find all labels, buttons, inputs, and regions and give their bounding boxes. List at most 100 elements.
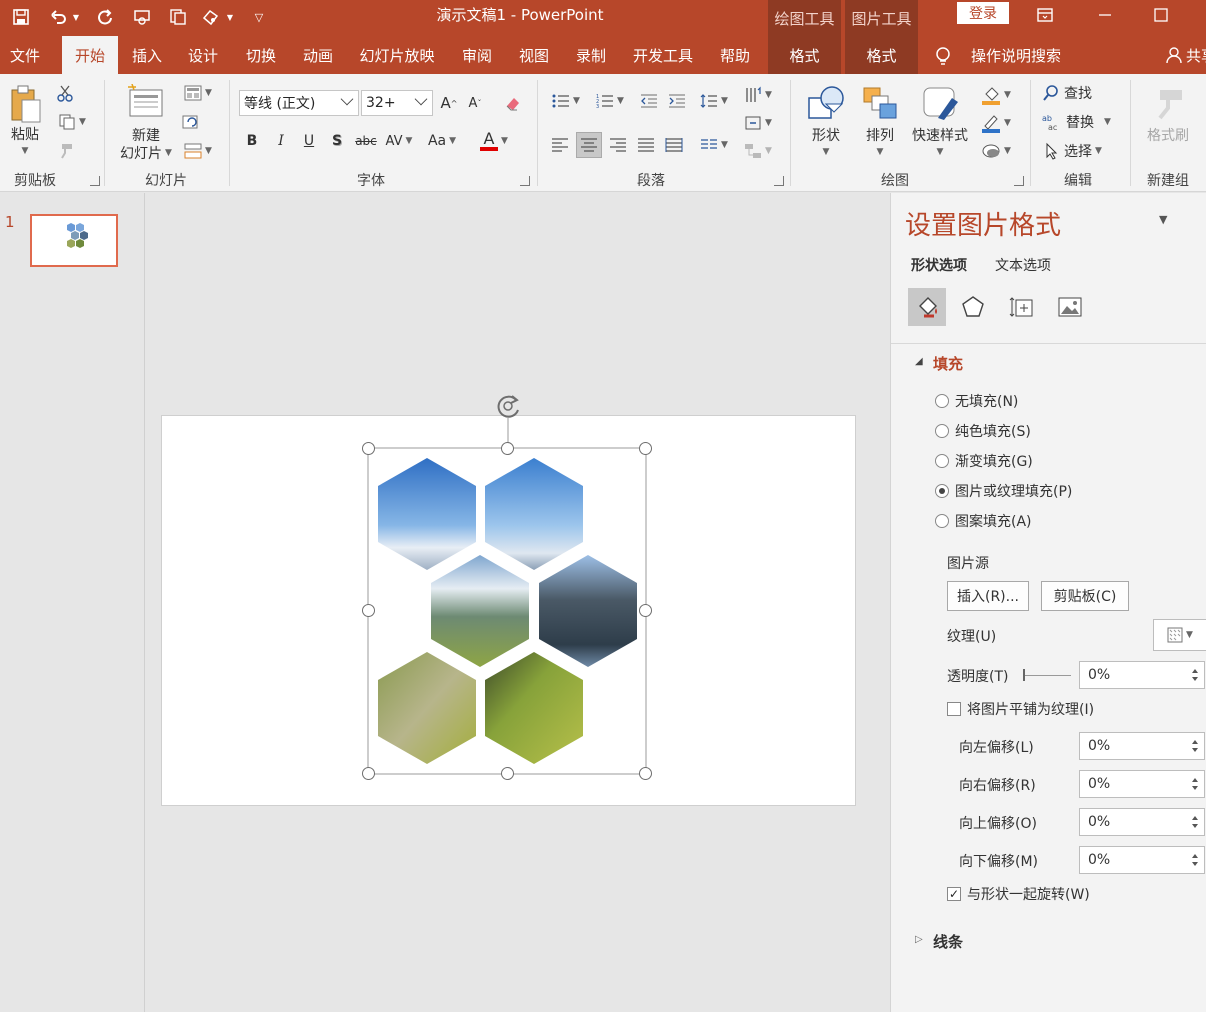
arrange-icon[interactable] <box>858 82 902 124</box>
increase-font-size-icon[interactable]: A ^ <box>438 92 460 114</box>
spin-down-icon[interactable] <box>1192 748 1198 752</box>
radio-no-fill[interactable] <box>935 394 949 408</box>
new-slide-label[interactable]: 新建 <box>116 126 176 144</box>
arrange-button[interactable]: 排列 <box>858 126 902 144</box>
new-slide-button[interactable]: 幻灯片 ▼ <box>112 144 180 162</box>
layout-icon[interactable]: ▼ <box>180 82 216 104</box>
maximize-icon[interactable] <box>1137 0 1185 30</box>
columns-icon[interactable]: ▼ <box>696 132 732 158</box>
text-shadow-button[interactable]: S <box>326 130 348 152</box>
font-color-button[interactable]: A ▼ <box>474 128 514 154</box>
spin-down-icon[interactable] <box>1192 824 1198 828</box>
transparency-slider[interactable] <box>1023 675 1071 676</box>
copy-icon[interactable]: ▼ <box>54 111 90 133</box>
share-button[interactable]: 共享 <box>1186 36 1206 74</box>
tab-home[interactable]: 开始 <box>62 36 118 74</box>
paste-dropdown-icon[interactable]: ▼ <box>14 144 36 158</box>
quick-styles-dropdown-icon[interactable]: ▼ <box>930 146 950 158</box>
tab-file[interactable]: 文件 <box>0 36 50 74</box>
bullets-icon[interactable]: ▼ <box>548 90 584 112</box>
fill-and-line-icon[interactable] <box>908 288 946 326</box>
solid-fill-label[interactable]: 纯色填充(S) <box>955 421 1031 441</box>
hexagon-image-rocky-slope[interactable] <box>378 652 476 764</box>
radio-pattern-fill[interactable] <box>935 514 949 528</box>
resize-handle-top[interactable] <box>501 442 514 455</box>
spin-up-icon[interactable] <box>1192 740 1198 744</box>
tell-me-search[interactable]: 操作说明搜索 <box>962 36 1070 74</box>
tab-design[interactable]: 设计 <box>178 36 228 74</box>
tab-review[interactable]: 审阅 <box>452 36 502 74</box>
insert-picture-button[interactable]: 插入(R)... <box>947 581 1029 611</box>
resize-handle-right[interactable] <box>639 604 652 617</box>
save-icon[interactable] <box>10 6 32 28</box>
numbering-icon[interactable]: 1 2 3 ▼ <box>592 90 628 112</box>
spin-down-icon[interactable] <box>1192 786 1198 790</box>
tab-drawing-format[interactable]: 格式 <box>768 36 841 74</box>
tab-slideshow[interactable]: 幻灯片放映 <box>352 36 442 74</box>
change-case-button[interactable]: Aa ▼ <box>424 130 460 152</box>
paragraph-launcher-icon[interactable] <box>774 176 784 186</box>
font-name-combo[interactable]: 等线 (正文) <box>239 90 359 116</box>
spin-down-icon[interactable] <box>1192 677 1198 681</box>
offset-top-input[interactable]: 0% <box>1079 808 1205 836</box>
drawing-launcher-icon[interactable] <box>1014 176 1024 186</box>
tab-text-options[interactable]: 文本选项 <box>995 255 1051 275</box>
increase-indent-icon[interactable] <box>666 90 688 112</box>
rotate-with-shape-label[interactable]: 与形状一起旋转(W) <box>967 884 1090 904</box>
font-size-combo[interactable]: 32+ <box>361 90 433 116</box>
tab-transitions[interactable]: 切换 <box>236 36 286 74</box>
shape-effects-icon[interactable]: ▼ <box>976 140 1016 162</box>
hexagon-image-valley[interactable] <box>431 555 529 667</box>
resize-handle-left[interactable] <box>362 604 375 617</box>
cut-icon[interactable] <box>54 82 76 104</box>
find-button[interactable]: 查找 <box>1042 82 1102 104</box>
effects-icon[interactable] <box>958 292 988 322</box>
select-button[interactable]: 选择 ▼ <box>1042 140 1118 162</box>
shape-outline-icon[interactable]: ▼ <box>976 112 1016 134</box>
spin-up-icon[interactable] <box>1192 854 1198 858</box>
font-launcher-icon[interactable] <box>520 176 530 186</box>
align-left-icon[interactable] <box>548 132 572 158</box>
hexagon-image-dark-mountain[interactable] <box>539 555 637 667</box>
gradient-fill-label[interactable]: 渐变填充(G) <box>955 451 1033 471</box>
size-properties-icon[interactable] <box>1007 292 1037 322</box>
align-right-icon[interactable] <box>606 132 630 158</box>
tile-texture-checkbox[interactable] <box>947 702 961 716</box>
radio-picture-fill[interactable] <box>935 484 949 498</box>
resize-handle-top-right[interactable] <box>639 442 652 455</box>
underline-button[interactable]: U <box>298 130 320 152</box>
tile-texture-label[interactable]: 将图片平铺为纹理(I) <box>967 699 1094 719</box>
tab-help[interactable]: 帮助 <box>710 36 760 74</box>
resize-handle-bottom-left[interactable] <box>362 767 375 780</box>
justify-icon[interactable] <box>634 132 658 158</box>
resize-handle-top-left[interactable] <box>362 442 375 455</box>
ribbon-display-options-icon[interactable] <box>1021 0 1069 30</box>
shapes-icon[interactable] <box>804 82 848 124</box>
pattern-fill-label[interactable]: 图案填充(A) <box>955 511 1032 531</box>
tab-view[interactable]: 视图 <box>509 36 559 74</box>
tab-record[interactable]: 录制 <box>566 36 616 74</box>
fill-section-header[interactable]: 填充 <box>933 353 963 374</box>
strikethrough-button[interactable]: abc <box>354 130 378 152</box>
quick-styles-button[interactable]: 快速样式 <box>906 126 974 144</box>
offset-left-input[interactable]: 0% <box>1079 732 1205 760</box>
reset-slide-icon[interactable] <box>180 111 202 133</box>
align-text-icon[interactable]: ▼ <box>740 112 776 134</box>
hexagon-image-sky-peaks[interactable] <box>485 458 583 570</box>
shapes-dropdown-icon[interactable]: ▼ <box>816 146 836 158</box>
smartart-icon[interactable]: ▼ <box>740 140 776 162</box>
character-spacing-button[interactable]: AV ▼ <box>382 130 416 152</box>
resize-handle-bottom-right[interactable] <box>639 767 652 780</box>
copy-format-icon[interactable] <box>167 6 189 28</box>
resize-handle-bottom[interactable] <box>501 767 514 780</box>
paste-icon[interactable] <box>6 82 44 126</box>
spin-up-icon[interactable] <box>1192 816 1198 820</box>
tab-insert[interactable]: 插入 <box>122 36 172 74</box>
line-section-header[interactable]: 线条 <box>933 931 963 952</box>
redo-icon[interactable] <box>94 6 116 28</box>
touch-dropdown-icon[interactable]: ▼ <box>224 6 236 28</box>
arrange-dropdown-icon[interactable]: ▼ <box>870 146 890 158</box>
replace-button[interactable]: ab ac 替换 ▼ <box>1042 111 1118 133</box>
no-fill-label[interactable]: 无填充(N) <box>955 391 1018 411</box>
undo-dropdown-icon[interactable]: ▼ <box>70 6 82 28</box>
